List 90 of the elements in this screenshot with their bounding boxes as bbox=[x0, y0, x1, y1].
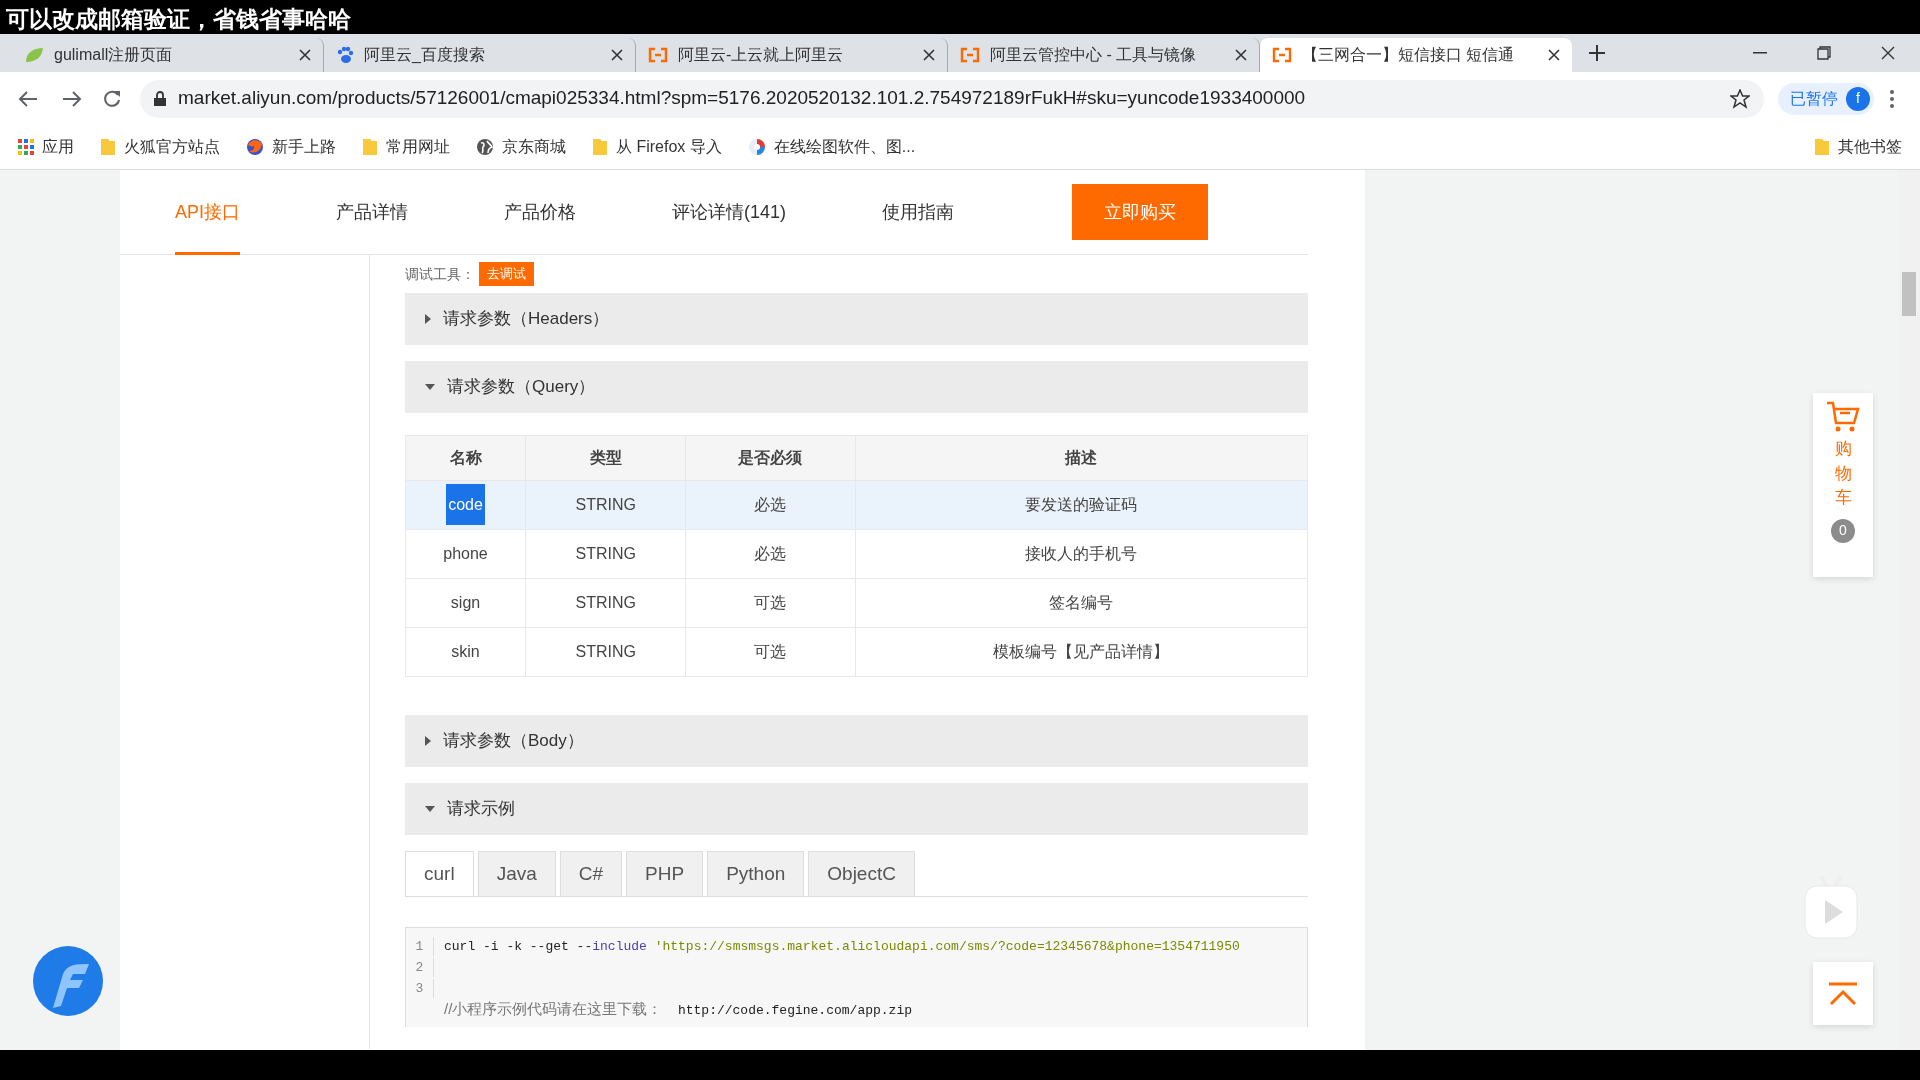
globe-icon bbox=[476, 138, 494, 156]
collapsible-header[interactable]: 请求参数（Query） bbox=[405, 361, 1308, 413]
table-cell: 签名编号 bbox=[855, 578, 1308, 628]
star-icon[interactable] bbox=[1730, 88, 1750, 109]
language-tab[interactable]: curl bbox=[405, 851, 474, 896]
line-number: 3 bbox=[406, 978, 434, 999]
table-cell: 必选 bbox=[685, 529, 856, 579]
table-cell: STRING bbox=[525, 480, 686, 530]
menu-icon[interactable] bbox=[1890, 89, 1894, 108]
collapsible-header[interactable]: 请求示例 bbox=[405, 783, 1308, 835]
cart-icon bbox=[1826, 401, 1860, 433]
bookmark[interactable]: 常用网址 bbox=[362, 135, 450, 159]
site-logo-icon bbox=[747, 138, 766, 156]
close-icon[interactable] bbox=[923, 49, 935, 61]
app-logo-icon[interactable] bbox=[33, 946, 103, 1016]
apps-grid-icon bbox=[18, 139, 34, 155]
back-to-top-button[interactable] bbox=[1813, 962, 1873, 1025]
bookmark-folder[interactable]: 其他书签 bbox=[1814, 135, 1902, 159]
debug-tool-label: 调试工具： bbox=[405, 264, 475, 284]
bookmark[interactable]: 在线绘图软件、图... bbox=[747, 135, 916, 159]
leaf-icon bbox=[24, 46, 44, 64]
bookmark[interactable]: 火狐官方站点 bbox=[100, 135, 220, 159]
table-cell: skin bbox=[405, 627, 526, 677]
column-header: 是否必须 bbox=[685, 435, 856, 481]
reload-icon[interactable] bbox=[102, 88, 122, 109]
nav-tab[interactable]: 评论详情(141) bbox=[672, 170, 787, 255]
bracket-icon bbox=[648, 47, 668, 63]
table-cell: sign bbox=[405, 578, 526, 628]
collapsible-header[interactable]: 请求参数（Body） bbox=[405, 715, 1308, 767]
table-cell: 必选 bbox=[685, 480, 856, 530]
table-cell: 可选 bbox=[685, 627, 856, 677]
address-bar[interactable]: market.aliyun.com/products/57126001/cmapi025334.html?spm=5176.2020520132.101.2.754972189rFukH#sku=yuncode1933400000 bbox=[140, 79, 1764, 118]
caret-right-icon bbox=[425, 736, 431, 746]
collapsible-header[interactable]: 请求参数（Headers） bbox=[405, 293, 1308, 345]
folder-icon bbox=[592, 138, 608, 156]
lock-icon bbox=[154, 91, 166, 106]
bracket-icon bbox=[1272, 47, 1292, 63]
language-tab[interactable]: C# bbox=[559, 851, 623, 896]
close-icon[interactable] bbox=[1235, 49, 1247, 61]
close-icon[interactable] bbox=[611, 49, 623, 61]
caret-down-icon bbox=[425, 384, 435, 390]
video-subtitle: 可以改成邮箱验证，省钱省事哈哈 bbox=[6, 5, 351, 34]
bookmark[interactable]: 京东商城 bbox=[476, 135, 566, 159]
nav-tab[interactable]: 产品详情 bbox=[336, 170, 408, 255]
language-tab[interactable]: Python bbox=[707, 851, 805, 896]
line-number: 2 bbox=[406, 957, 434, 978]
table-cell: 接收人的手机号 bbox=[855, 529, 1308, 579]
back-arrow-icon[interactable] bbox=[18, 89, 38, 108]
table-cell: 要发送的验证码 bbox=[855, 480, 1308, 530]
cart-count: 0 bbox=[1831, 518, 1855, 543]
bracket-icon bbox=[960, 47, 980, 63]
fox-globe-icon bbox=[246, 138, 264, 156]
language-tab[interactable]: PHP bbox=[626, 851, 704, 896]
cart-label: 购物车 bbox=[1834, 438, 1852, 510]
restore-icon[interactable] bbox=[1817, 46, 1831, 60]
column-header: 类型 bbox=[525, 435, 686, 481]
bookmark[interactable]: 从 Firefox 导入 bbox=[592, 135, 722, 159]
up-arrow-icon bbox=[1827, 981, 1859, 1006]
close-icon[interactable] bbox=[299, 49, 311, 61]
line-number: 1 bbox=[406, 936, 434, 957]
caret-right-icon bbox=[425, 314, 431, 324]
code-line: //小程序示例代码请在这里下载： http://code.fegine.com/app.zip bbox=[444, 999, 912, 1021]
close-icon[interactable] bbox=[1881, 46, 1895, 60]
nav-tab[interactable]: 产品价格 bbox=[504, 170, 576, 255]
paw-icon bbox=[336, 46, 354, 64]
bookmark[interactable]: 应用 bbox=[18, 135, 74, 159]
folder-icon bbox=[100, 138, 116, 156]
column-header: 名称 bbox=[405, 435, 526, 481]
table-cell: STRING bbox=[525, 578, 686, 628]
table-cell: 模板编号【见产品详情】 bbox=[855, 627, 1308, 677]
caret-down-icon bbox=[425, 806, 435, 812]
profile-button[interactable]: 已暂停 f bbox=[1778, 82, 1874, 115]
table-cell: STRING bbox=[525, 529, 686, 579]
nav-tab[interactable]: 使用指南 bbox=[882, 170, 955, 255]
table-cell: 可选 bbox=[685, 578, 856, 628]
folder-icon bbox=[362, 138, 378, 156]
code-line: curl -i -k --get --include 'https://smsmsgs.market.alicloudapi.com/sms/?code=12345678&phone=1354711950 bbox=[444, 937, 1240, 956]
table-cell: STRING bbox=[525, 627, 686, 677]
new-tab-icon[interactable] bbox=[1588, 44, 1606, 62]
column-header: 描述 bbox=[855, 435, 1308, 481]
bookmark[interactable]: 新手上路 bbox=[246, 135, 336, 159]
language-tab[interactable]: ObjectC bbox=[808, 851, 915, 896]
language-tab[interactable]: Java bbox=[477, 851, 556, 896]
close-icon[interactable] bbox=[1548, 49, 1560, 61]
selected-text: code bbox=[446, 484, 485, 525]
forward-arrow-icon[interactable] bbox=[62, 89, 82, 108]
folder-icon bbox=[1814, 138, 1830, 156]
table-cell: phone bbox=[405, 529, 526, 579]
minimize-icon[interactable] bbox=[1753, 52, 1767, 54]
browser-tab[interactable]: 【三网合一】短信接口 短信通 bbox=[1260, 38, 1572, 72]
